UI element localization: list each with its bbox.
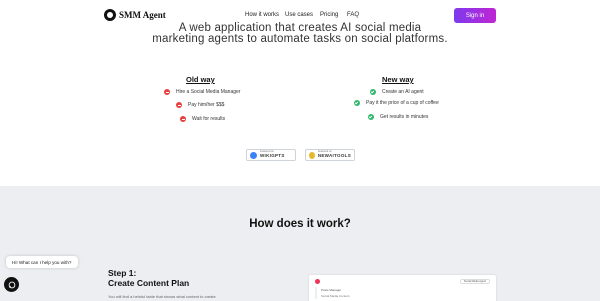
old-way-item: Hire a Social Media Manager <box>164 89 240 95</box>
logo-text: SMM Agent <box>119 10 166 20</box>
newaitools-badge[interactable]: Featured on NEWAITOOLS <box>305 149 355 161</box>
preview-line: Posts Manager <box>321 288 342 292</box>
new-way-title: New way <box>382 75 414 84</box>
new-way-item-label: Pay it the price of a cup of coffee <box>366 100 439 106</box>
sign-in-button[interactable]: Sign in <box>454 8 496 23</box>
newaitools-logo-icon <box>309 151 315 159</box>
old-way-item-label: Pay him/her $$$ <box>188 102 225 108</box>
wikigpts-logo-icon <box>250 151 257 159</box>
cross-icon <box>164 89 170 95</box>
step-title: Create Content Plan <box>108 278 190 288</box>
new-way-item: Get results in minutes <box>368 114 428 120</box>
chat-icon <box>8 281 15 288</box>
old-way-title: Old way <box>186 75 215 84</box>
chat-greeting-bubble[interactable]: Hi! What can I help you with? <box>6 256 78 268</box>
cross-icon <box>176 102 182 108</box>
agent-tag: Social Media Agent <box>459 279 490 284</box>
check-icon <box>370 89 376 95</box>
step-label: Step 1: <box>108 268 137 278</box>
badge-name: WIKIGPTS <box>260 153 285 159</box>
nav-use-cases[interactable]: Use cases <box>285 12 320 18</box>
nav-how-it-works[interactable]: How it works <box>245 12 285 18</box>
step-description: You will find a helpful table that shows… <box>108 294 216 298</box>
main-nav: How it works Use cases Pricing FAQ <box>245 12 367 18</box>
hero-text-line-2: marketing agents to automate tasks on so… <box>152 33 448 45</box>
cross-icon <box>180 116 186 122</box>
old-way-item: Wait for results <box>180 116 225 122</box>
app-preview-card: Social Media Agent Posts Manager Social … <box>309 275 496 301</box>
new-way-item: Pay it the price of a cup of coffee <box>354 100 439 106</box>
badge-name: NEWAITOOLS <box>317 153 351 159</box>
logo[interactable]: SMM Agent <box>104 9 166 21</box>
preview-line: Social Media Content <box>321 294 350 298</box>
wikigpts-badge[interactable]: Featured on WIKIGPTS <box>246 149 296 161</box>
check-icon <box>368 114 374 120</box>
nav-faq[interactable]: FAQ <box>347 12 367 18</box>
old-way-item: Pay him/her $$$ <box>176 102 224 108</box>
logo-icon <box>104 9 116 21</box>
new-way-item-label: Create an AI agent <box>382 89 424 95</box>
sidebar-strip <box>315 287 317 299</box>
how-it-works-section <box>0 186 600 301</box>
check-icon <box>354 100 360 106</box>
how-it-works-title: How does it work? <box>249 218 351 230</box>
nav-pricing[interactable]: Pricing <box>320 12 347 18</box>
old-way-item-label: Wait for results <box>192 116 226 122</box>
new-way-item-label: Get results in minutes <box>380 114 429 120</box>
avatar <box>315 279 320 284</box>
old-way-item-label: Hire a Social Media Manager <box>176 89 241 95</box>
chat-launcher-button[interactable] <box>4 277 19 292</box>
new-way-item: Create an AI agent <box>370 89 424 95</box>
